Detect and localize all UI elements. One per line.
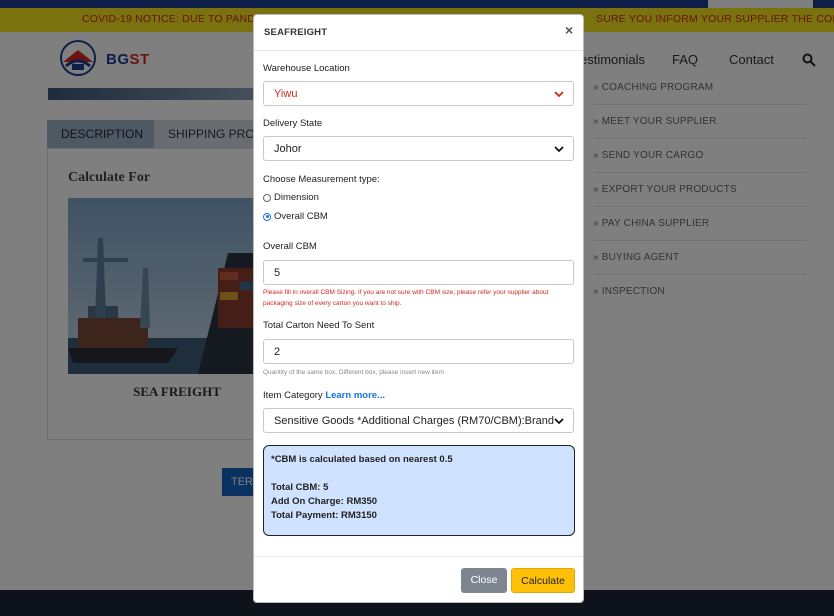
modal-footer: Close Calculate [254,556,583,602]
warehouse-label: Warehouse Location [263,63,350,74]
radio-overall-cbm[interactable]: Overall CBM [263,211,328,222]
radio-dimension-circle[interactable] [263,193,271,202]
measurement-label: Choose Measurement type: [263,174,380,185]
learn-more-link[interactable]: Learn more... [325,390,385,401]
delivery-label: Delivery State [263,118,323,129]
category-label: Item Category [263,390,323,401]
close-button[interactable]: Close [461,568,507,593]
result-total-payment: Total Payment: RM3150 [271,510,377,521]
delivery-select[interactable]: Johor [263,136,574,161]
result-addon: Add On Charge: RM350 [271,496,378,507]
modal-title: SEAFREIGHT [264,27,328,38]
carton-label: Total Carton Need To Sent [263,320,375,331]
delivery-value: Johor [274,143,302,155]
carton-input[interactable]: 2 [263,339,574,364]
close-icon[interactable]: × [565,23,573,37]
cbm-hint: Please fill in overall CBM Sizing. If yo… [263,289,549,307]
cbm-input[interactable]: 5 [263,260,574,285]
chevron-down-icon [554,91,564,98]
result-total-cbm: Total CBM: 5 [271,482,329,493]
warehouse-select[interactable]: Yiwu [263,81,574,106]
radio-dimension-label: Dimension [274,192,319,203]
seafreight-modal: SEAFREIGHT × Warehouse Location Yiwu Del… [253,14,584,603]
category-value: Sensitive Goods *Additional Charges (RM7… [274,415,555,427]
result-box: *CBM is calculated based on nearest 0.5 … [263,445,575,536]
calculate-button[interactable]: Calculate [511,568,575,593]
chevron-down-icon [554,418,564,425]
cbm-label: Overall CBM [263,241,317,252]
radio-dimension[interactable]: Dimension [263,192,319,203]
category-select[interactable]: Sensitive Goods *Additional Charges (RM7… [263,408,574,433]
radio-overall-cbm-label: Overall CBM [274,211,328,222]
radio-overall-cbm-circle[interactable] [263,212,271,221]
carton-hint: Quantity of the same box. Different box,… [263,369,444,376]
result-note: *CBM is calculated based on nearest 0.5 [271,454,453,465]
category-label-row: Item Category Learn more... [263,390,385,401]
modal-header: SEAFREIGHT × [254,15,583,51]
chevron-down-icon [554,146,564,153]
warehouse-value: Yiwu [274,88,298,100]
